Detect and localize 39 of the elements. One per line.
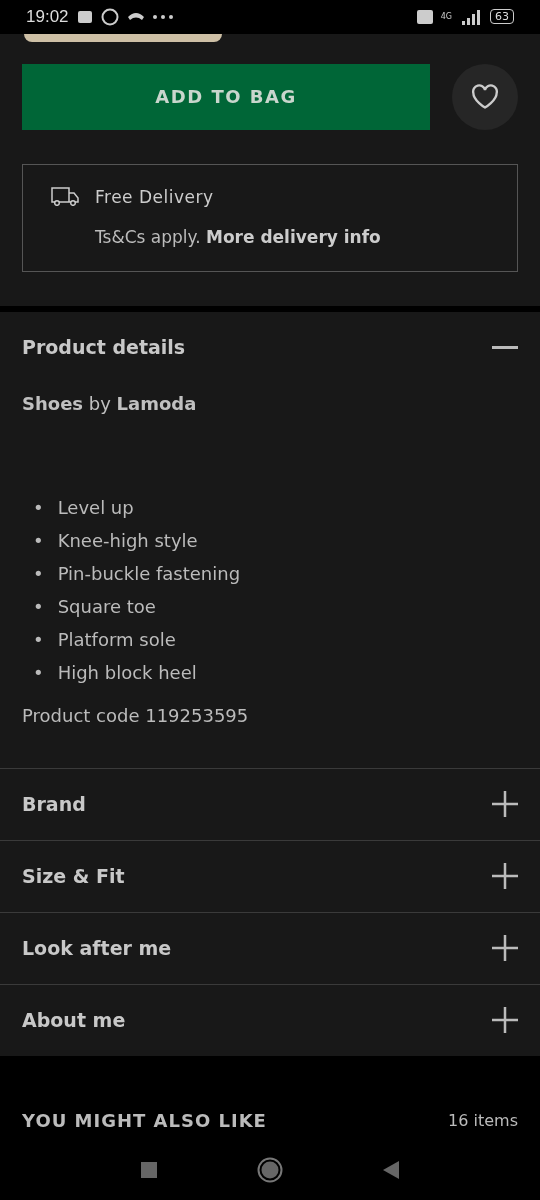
feature-item: Pin-buckle fastening [57, 561, 241, 586]
more-icon [152, 14, 173, 19]
back-icon[interactable] [383, 1161, 399, 1180]
heart-icon [471, 83, 499, 110]
accordion-header[interactable]: Product details [22, 311, 518, 383]
feature-item: Level up [57, 495, 134, 520]
accordion-header[interactable]: Look after me [22, 912, 518, 984]
delivery-note: Ts&Cs apply. More delivery info [95, 226, 382, 247]
bullet-mark: • [33, 627, 44, 652]
section-title: YOU MIGHT ALSO LIKE [22, 1110, 267, 1132]
feature-item: Platform sole [57, 627, 176, 652]
delivery-info-link[interactable]: More delivery info [206, 226, 381, 247]
status-time: 19:02 [26, 6, 69, 27]
accordion-header[interactable]: Brand [22, 768, 518, 840]
truck-icon [51, 187, 79, 207]
bullet-mark: • [33, 528, 44, 553]
expand-icon [492, 791, 518, 818]
bullet-mark: • [33, 594, 44, 619]
feature-item: Knee-high style [57, 528, 198, 553]
delivery-title: Free Delivery [95, 186, 214, 207]
bullet-mark: • [33, 495, 44, 520]
home-icon[interactable] [257, 1157, 283, 1184]
network-type: 4G [440, 12, 452, 22]
expand-icon [492, 1007, 518, 1034]
expand-icon [492, 935, 518, 962]
bullet-mark: • [33, 561, 44, 586]
bullet-mark: • [33, 660, 44, 685]
item-count: 16 items [448, 1111, 518, 1131]
add-to-bag-button[interactable]: ADD TO BAG [22, 63, 430, 130]
battery-icon: 63 [490, 9, 514, 25]
product-summary: Shoes by Lamoda [22, 392, 198, 414]
feature-item: Square toe [57, 594, 156, 619]
product-code: Product code 119253595 [22, 704, 250, 726]
signal-icon [460, 8, 482, 25]
recents-icon[interactable] [141, 1162, 157, 1179]
accordion-header[interactable]: Size & Fit [22, 840, 518, 912]
feature-item: High block heel [57, 660, 197, 685]
accordion-header[interactable]: About me [22, 984, 518, 1056]
expand-icon [492, 863, 518, 890]
